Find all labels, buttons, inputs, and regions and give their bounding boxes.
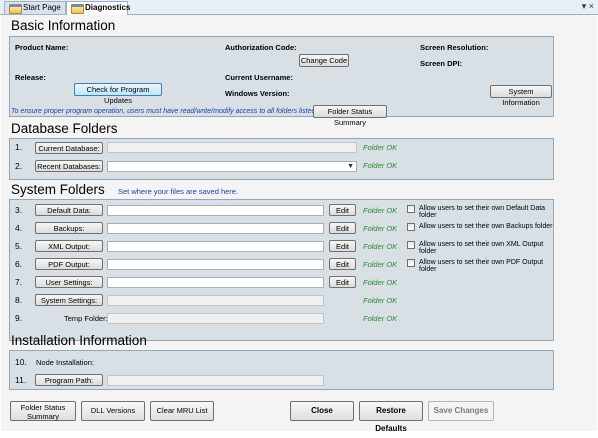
authorization-code-label: Authorization Code:	[225, 43, 297, 52]
tab-start-page[interactable]: Start Page	[4, 1, 66, 14]
change-code-button[interactable]: Change Code	[299, 54, 349, 67]
folder-status: Folder OK	[363, 296, 398, 305]
check-for-updates-button[interactable]: Check for Program Updates	[74, 83, 162, 105]
program-path-button[interactable]: Program Path:	[35, 374, 103, 386]
folder-status: Folder OK	[363, 206, 398, 215]
backups-field[interactable]	[107, 223, 324, 234]
edit-xml-output-button[interactable]: Edit	[329, 240, 356, 252]
row-number: 1.	[15, 142, 23, 152]
program-path-field[interactable]	[107, 375, 324, 386]
restore-defaults-button[interactable]: Restore Defaults	[359, 401, 423, 433]
screen-resolution-label: Screen Resolution:	[420, 43, 489, 52]
allow-default-data-checkbox[interactable]	[407, 205, 415, 213]
allow-xml-output-label: Allow users to set their own XML Output …	[419, 241, 544, 255]
xml-output-field[interactable]	[107, 241, 324, 252]
current-database-field[interactable]	[107, 142, 357, 153]
diagnostics-page: Basic Information Product Name: Release:…	[1, 15, 597, 433]
row-number: 5.	[15, 241, 23, 251]
temp-folder-field[interactable]	[107, 313, 324, 324]
allow-default-data-label: Allow users to set their own Default Dat…	[419, 205, 546, 219]
page-icon	[71, 4, 84, 14]
folder-status: Folder OK	[363, 161, 398, 170]
close-document-icon[interactable]: ▾ ×	[582, 0, 594, 12]
database-folders-heading: Database Folders	[11, 121, 118, 136]
xml-output-button[interactable]: XML Output:	[35, 240, 103, 252]
pdf-output-button[interactable]: PDF Output:	[35, 258, 103, 270]
system-information-button[interactable]: System Information	[490, 85, 552, 107]
release-label: Release:	[15, 73, 46, 82]
folder-status: Folder OK	[363, 278, 398, 287]
allow-pdf-output-label: Allow users to set their own PDF Output …	[419, 259, 544, 273]
system-folders-subtitle: Set where your files are saved here.	[118, 187, 239, 196]
folder-status-summary-button[interactable]: Folder Status Summary	[313, 105, 387, 127]
screen-dpi-label: Screen DPI:	[420, 59, 463, 68]
chevron-down-icon[interactable]: ▼	[347, 162, 354, 171]
edit-backups-button[interactable]: Edit	[329, 222, 356, 234]
folder-access-note: To ensure proper program operation, user…	[11, 108, 338, 115]
edit-pdf-output-button[interactable]: Edit	[329, 258, 356, 270]
page-icon	[9, 4, 22, 14]
backups-button[interactable]: Backups:	[35, 222, 103, 234]
close-button[interactable]: Close	[290, 401, 354, 421]
system-folders-panel: 3. Default Data: Edit Folder OK Allow us…	[9, 199, 554, 341]
windows-version-label: Windows Version:	[225, 89, 290, 98]
row-number: 2.	[15, 161, 23, 171]
row-number: 7.	[15, 277, 23, 287]
system-settings-button[interactable]: System Settings:	[35, 294, 103, 306]
default-data-button[interactable]: Default Data:	[35, 204, 103, 216]
system-settings-field[interactable]	[107, 295, 324, 306]
basic-information-panel: Product Name: Release: Check for Program…	[9, 36, 554, 117]
current-username-label: Current Username:	[225, 73, 293, 82]
save-changes-button[interactable]: Save Changes	[428, 401, 494, 421]
edit-default-data-button[interactable]: Edit	[329, 204, 356, 216]
pdf-output-field[interactable]	[107, 259, 324, 270]
product-name-label: Product Name:	[15, 43, 69, 52]
default-data-field[interactable]	[107, 205, 324, 216]
folder-status: Folder OK	[363, 224, 398, 233]
row-number: 3.	[15, 205, 23, 215]
folder-status-summary-line1: Folder Status	[20, 403, 66, 412]
folder-status: Folder OK	[363, 143, 398, 152]
basic-information-heading: Basic Information	[11, 18, 116, 33]
installation-information-panel: 10. Node Installation: 11. Program Path:	[9, 350, 554, 390]
folder-status-summary-line2: Summary	[26, 412, 60, 421]
clear-mru-list-button[interactable]: Clear MRU List	[150, 401, 214, 421]
row-number: 9.	[15, 313, 23, 323]
allow-pdf-output-checkbox[interactable]	[407, 259, 415, 267]
user-settings-button[interactable]: User Settings:	[35, 276, 103, 288]
row-number: 4.	[15, 223, 23, 233]
row-number: 10.	[15, 357, 27, 367]
recent-databases-dropdown[interactable]: ▼	[107, 161, 357, 172]
recent-databases-button[interactable]: Recent Databases:	[35, 160, 103, 172]
tab-diagnostics-label: Diagnostics	[85, 3, 131, 12]
folder-status: Folder OK	[363, 260, 398, 269]
node-installation-label: Node Installation:	[36, 358, 94, 367]
allow-backups-label: Allow users to set their own Backups fol…	[419, 223, 553, 230]
row-number: 6.	[15, 259, 23, 269]
folder-status-summary-bottom-button[interactable]: Folder Status Summary	[10, 401, 76, 421]
document-tab-strip: Start Page Diagnostics ▾ ×	[0, 0, 598, 15]
current-database-button[interactable]: Current Database:	[35, 142, 103, 154]
allow-xml-output-checkbox[interactable]	[407, 241, 415, 249]
edit-user-settings-button[interactable]: Edit	[329, 276, 356, 288]
folder-status: Folder OK	[363, 314, 398, 323]
installation-information-heading: Installation Information	[11, 333, 147, 348]
allow-backups-checkbox[interactable]	[407, 223, 415, 231]
tab-diagnostics[interactable]: Diagnostics	[66, 1, 131, 15]
database-folders-panel: 1. Current Database: Folder OK 2. Recent…	[9, 138, 554, 180]
folder-status: Folder OK	[363, 242, 398, 251]
row-number: 8.	[15, 295, 23, 305]
row-number: 11.	[15, 375, 27, 385]
tab-start-page-label: Start Page	[23, 3, 61, 12]
user-settings-field[interactable]	[107, 277, 324, 288]
system-folders-heading: System Folders	[11, 182, 105, 197]
dll-versions-button[interactable]: DLL Versions	[81, 401, 145, 421]
temp-folder-label: Temp Folder:	[64, 314, 108, 323]
